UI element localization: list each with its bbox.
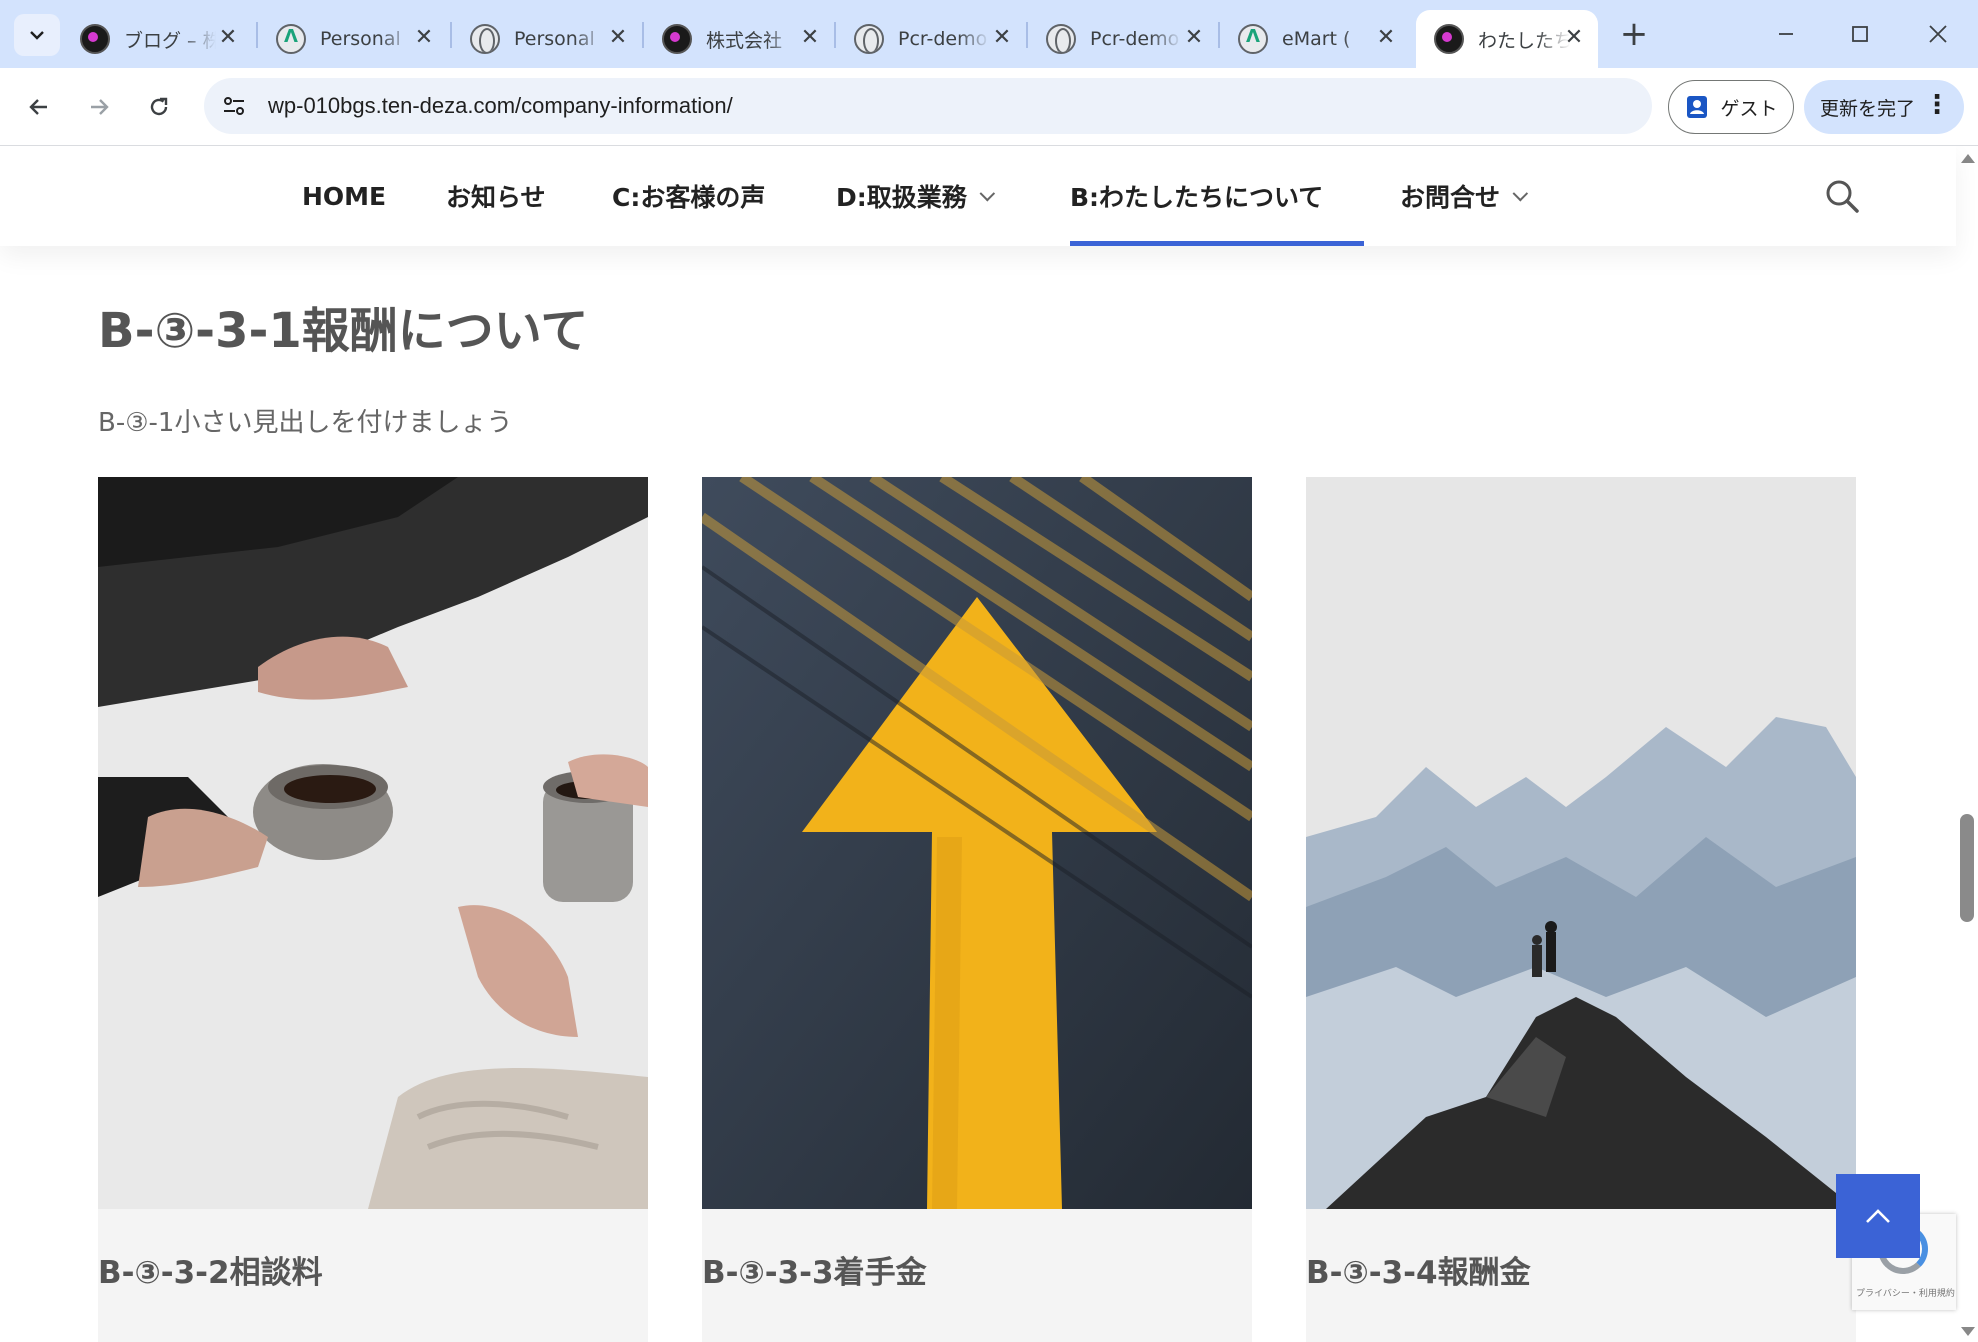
recaptcha-text: プライバシー・利用規約 [1856, 1289, 1955, 1299]
update-label: 更新を完了 [1820, 97, 1916, 120]
tab-title: Personal [514, 28, 595, 50]
globe-icon [1046, 24, 1076, 54]
tab-title: ブログ – 株 [124, 29, 216, 52]
more-vert-icon[interactable]: ⋮ [1924, 92, 1950, 118]
search-icon[interactable] [1824, 178, 1860, 214]
arrow-right-icon [91, 99, 109, 115]
service-card[interactable]: B-③-3-4報酬金 [1306, 477, 1856, 1342]
nav-item-news[interactable]: お知らせ [446, 146, 546, 246]
site-logo-icon [276, 24, 306, 54]
page-scrollbar[interactable] [1956, 146, 1978, 1342]
close-icon[interactable]: ✕ [1374, 26, 1398, 50]
close-icon[interactable]: ✕ [412, 26, 436, 50]
browser-tab[interactable]: eMart ( ✕ [1220, 10, 1410, 68]
browser-tab[interactable]: 株式会社 ✕ [644, 10, 834, 68]
close-icon[interactable]: ✕ [1182, 26, 1206, 50]
profile-button[interactable]: ゲスト [1668, 80, 1794, 134]
card-caption: B-③-3-2相談料 [98, 1255, 323, 1291]
reload-button[interactable] [138, 86, 180, 128]
close-icon[interactable]: ✕ [606, 26, 630, 50]
browser-tab-strip: ブログ – 株 ✕ Personal ✕ Personal ✕ 株式会社 ✕ P… [0, 0, 1978, 68]
site-logo-icon [662, 24, 692, 54]
coffee-meeting-image [98, 477, 648, 1209]
section-title: B-③-3-1報酬について [98, 303, 589, 359]
arrow-left-icon [29, 99, 47, 115]
tab-title: Pcr-demo [898, 28, 988, 50]
tab-title: Pcr-demo [1090, 28, 1180, 50]
tab-title: わたしたち [1478, 29, 1570, 52]
chevron-down-icon [30, 31, 44, 40]
browser-tab[interactable]: Pcr-demo ✕ [1028, 10, 1218, 68]
site-logo-icon [1434, 24, 1464, 54]
maximize-icon [1852, 26, 1868, 42]
tab-title: Personal [320, 28, 401, 50]
close-window-button[interactable] [1918, 16, 1958, 52]
chevron-down-icon [1512, 185, 1529, 201]
forward-button[interactable] [78, 86, 120, 128]
nav-item-contact[interactable]: お問合せ [1400, 146, 1529, 246]
card-caption: B-③-3-3着手金 [702, 1255, 927, 1291]
nav-label: HOME [302, 181, 387, 211]
site-info-icon[interactable] [214, 86, 254, 126]
globe-icon [470, 24, 500, 54]
scroll-down-arrow-icon[interactable] [1961, 1327, 1975, 1336]
nav-item-about[interactable]: B:わたしたちについて [1070, 146, 1364, 246]
browser-tab[interactable]: ブログ – 株 ✕ [62, 10, 252, 68]
tab-search-button[interactable] [14, 14, 60, 56]
chevron-up-icon [1866, 1209, 1890, 1223]
maximize-button[interactable] [1840, 16, 1880, 52]
browser-tab-active[interactable]: わたしたち ✕ [1416, 10, 1598, 68]
browser-tab[interactable]: Personal ✕ [258, 10, 448, 68]
site-logo-icon [80, 24, 110, 54]
scroll-up-arrow-icon[interactable] [1961, 154, 1975, 163]
nav-item-voices[interactable]: C:お客様の声 [612, 146, 765, 246]
site-header: HOME お知らせ C:お客様の声 D:取扱業務 B:わたしたちについて お問合… [0, 146, 1956, 246]
nav-label: お問合せ [1400, 183, 1501, 212]
nav-label: D:取扱業務 [836, 183, 967, 212]
card-caption: B-③-3-4報酬金 [1306, 1255, 1531, 1291]
tab-title: 株式会社 [706, 29, 783, 52]
url-text: wp-010bgs.ten-deza.com/company-informati… [268, 93, 733, 118]
address-bar[interactable]: wp-010bgs.ten-deza.com/company-informati… [204, 78, 1652, 134]
minimize-icon [1779, 33, 1793, 35]
close-icon[interactable]: ✕ [1562, 26, 1586, 50]
update-button[interactable]: 更新を完了 ⋮ [1804, 80, 1964, 134]
site-logo-icon [1238, 24, 1268, 54]
new-tab-button[interactable]: + [1616, 14, 1652, 54]
back-to-top-button[interactable] [1836, 1174, 1920, 1258]
close-icon[interactable]: ✕ [216, 26, 240, 50]
nav-label: C:お客様の声 [612, 183, 766, 212]
mountain-summit-image [1306, 477, 1856, 1209]
close-icon [1929, 25, 1947, 43]
chevron-down-icon [979, 185, 995, 201]
person-icon [1687, 96, 1708, 118]
service-card[interactable]: B-③-3-3着手金 [702, 477, 1252, 1342]
nav-label: B:わたしたちについて [1070, 183, 1324, 212]
page-viewport: HOME お知らせ C:お客様の声 D:取扱業務 B:わたしたちについて お問合… [0, 146, 1978, 1342]
browser-tab[interactable]: Pcr-demo ✕ [836, 10, 1026, 68]
nav-label: お知らせ [446, 183, 546, 212]
back-button[interactable] [18, 86, 60, 128]
globe-icon [854, 24, 884, 54]
service-card[interactable]: B-③-3-2相談料 [98, 477, 648, 1342]
profile-label: ゲスト [1720, 97, 1778, 120]
reload-icon [150, 97, 168, 116]
nav-item-home[interactable]: HOME [302, 146, 386, 246]
minimize-button[interactable] [1766, 16, 1806, 52]
tab-title: eMart ( [1282, 28, 1351, 50]
section-subtitle: B-③-1小さい見出しを付けましょう [98, 408, 513, 438]
yellow-arrow-road-image [702, 477, 1252, 1209]
browser-toolbar: wp-010bgs.ten-deza.com/company-informati… [0, 68, 1978, 146]
nav-item-services[interactable]: D:取扱業務 [836, 146, 995, 246]
scrollbar-thumb[interactable] [1960, 814, 1974, 922]
close-icon[interactable]: ✕ [798, 26, 822, 50]
browser-tab[interactable]: Personal ✕ [452, 10, 642, 68]
close-icon[interactable]: ✕ [990, 26, 1014, 50]
